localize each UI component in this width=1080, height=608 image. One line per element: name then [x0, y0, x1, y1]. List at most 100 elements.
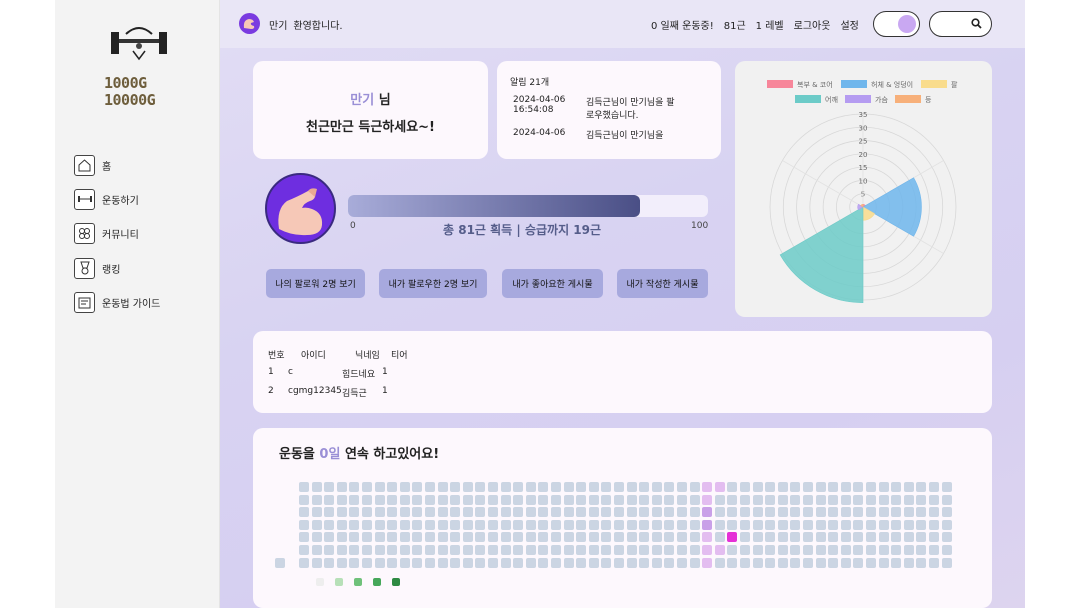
activity-cell[interactable]	[576, 494, 587, 505]
activity-cell[interactable]	[916, 557, 927, 568]
activity-cell[interactable]	[639, 494, 650, 505]
activity-cell[interactable]	[626, 532, 637, 543]
activity-cell[interactable]	[639, 482, 650, 492]
activity-cell[interactable]	[563, 519, 574, 530]
activity-cell[interactable]	[765, 532, 776, 543]
activity-cell[interactable]	[488, 519, 498, 530]
activity-cell[interactable]	[299, 482, 309, 492]
activity-cell[interactable]	[853, 519, 864, 530]
sidebar-item-home[interactable]: 홈	[74, 154, 160, 176]
activity-cell[interactable]	[399, 507, 410, 518]
activity-cell[interactable]	[651, 507, 662, 518]
activity-cell[interactable]	[349, 532, 360, 543]
activity-cell[interactable]	[815, 507, 826, 518]
activity-cell[interactable]	[475, 545, 486, 555]
activity-cell[interactable]	[311, 532, 322, 543]
activity-cell[interactable]	[916, 545, 927, 555]
activity-cell[interactable]	[941, 482, 952, 492]
activity-cell[interactable]	[903, 507, 914, 518]
activity-cell[interactable]	[891, 532, 902, 543]
activity-cell[interactable]	[941, 545, 952, 555]
activity-cell[interactable]	[437, 482, 448, 492]
sidebar-item-exercise[interactable]: 운동하기	[74, 188, 160, 210]
activity-cell[interactable]	[462, 557, 473, 568]
activity-cell[interactable]	[299, 545, 309, 555]
activity-cell[interactable]	[488, 557, 498, 568]
activity-cell[interactable]	[815, 494, 826, 505]
activity-cell[interactable]	[651, 545, 662, 555]
activity-cell[interactable]	[891, 557, 902, 568]
activity-cell[interactable]	[840, 557, 851, 568]
activity-cell[interactable]	[324, 482, 335, 492]
activity-cell[interactable]	[626, 519, 637, 530]
activity-cell[interactable]	[576, 482, 587, 492]
activity-cell[interactable]	[903, 519, 914, 530]
activity-cell[interactable]	[336, 557, 347, 568]
activity-cell[interactable]	[815, 519, 826, 530]
activity-cell[interactable]	[538, 519, 549, 530]
activity-cell[interactable]	[853, 557, 864, 568]
activity-cell[interactable]	[664, 545, 675, 555]
activity-cell[interactable]	[866, 482, 876, 492]
activity-cell[interactable]	[349, 557, 360, 568]
activity-cell[interactable]	[475, 494, 486, 505]
activity-cell[interactable]	[311, 557, 322, 568]
activity-cell[interactable]	[324, 494, 335, 505]
activity-cell[interactable]	[349, 519, 360, 530]
activity-cell[interactable]	[828, 519, 839, 530]
activity-cell[interactable]	[387, 532, 398, 543]
activity-cell[interactable]	[840, 494, 851, 505]
activity-cell[interactable]	[450, 507, 461, 518]
activity-cell[interactable]	[740, 532, 750, 543]
activity-cell[interactable]	[727, 557, 738, 568]
activity-cell[interactable]	[803, 545, 813, 555]
activity-cell[interactable]	[790, 494, 801, 505]
activity-cell[interactable]	[941, 519, 952, 530]
activity-cell[interactable]	[614, 532, 624, 543]
activity-cell[interactable]	[525, 494, 536, 505]
activity-cell[interactable]	[702, 557, 713, 568]
activity-cell[interactable]	[929, 532, 939, 543]
activity-cell[interactable]	[324, 519, 335, 530]
activity-cell[interactable]	[450, 494, 461, 505]
liked-posts-button[interactable]: 내가 좋아요한 게시물	[502, 269, 603, 298]
activity-cell[interactable]	[425, 507, 435, 518]
activity-cell[interactable]	[601, 507, 612, 518]
activity-cell[interactable]	[437, 519, 448, 530]
activity-cell[interactable]	[513, 507, 524, 518]
activity-cell[interactable]	[412, 557, 423, 568]
sidebar-item-community[interactable]: 커뮤니티	[74, 223, 160, 245]
activity-cell[interactable]	[488, 494, 498, 505]
activity-cell[interactable]	[450, 545, 461, 555]
activity-cell[interactable]	[677, 532, 687, 543]
activity-cell[interactable]	[399, 519, 410, 530]
activity-cell[interactable]	[336, 507, 347, 518]
activity-cell[interactable]	[677, 557, 687, 568]
activity-cell[interactable]	[563, 545, 574, 555]
activity-cell[interactable]	[336, 494, 347, 505]
activity-cell[interactable]	[538, 532, 549, 543]
activity-cell[interactable]	[437, 532, 448, 543]
activity-cell[interactable]	[815, 557, 826, 568]
activity-cell[interactable]	[752, 494, 763, 505]
activity-cell[interactable]	[903, 482, 914, 492]
activity-cell[interactable]	[878, 545, 889, 555]
activity-cell[interactable]	[437, 557, 448, 568]
activity-cell[interactable]	[437, 545, 448, 555]
activity-cell[interactable]	[815, 532, 826, 543]
notification-item[interactable]: 2024-04-06 김득근님이 만기님을	[510, 128, 721, 141]
activity-cell[interactable]	[412, 545, 423, 555]
sidebar-item-ranking[interactable]: 랭킹	[74, 257, 160, 279]
activity-cell[interactable]	[437, 494, 448, 505]
activity-cell[interactable]	[450, 519, 461, 530]
activity-cell[interactable]	[878, 532, 889, 543]
activity-cell[interactable]	[689, 507, 700, 518]
activity-cell[interactable]	[299, 519, 309, 530]
search-input[interactable]	[929, 11, 992, 37]
activity-cell[interactable]	[374, 545, 385, 555]
activity-cell[interactable]	[311, 494, 322, 505]
activity-cell[interactable]	[639, 545, 650, 555]
activity-cell[interactable]	[765, 507, 776, 518]
activity-cell[interactable]	[840, 507, 851, 518]
activity-cell[interactable]	[450, 482, 461, 492]
